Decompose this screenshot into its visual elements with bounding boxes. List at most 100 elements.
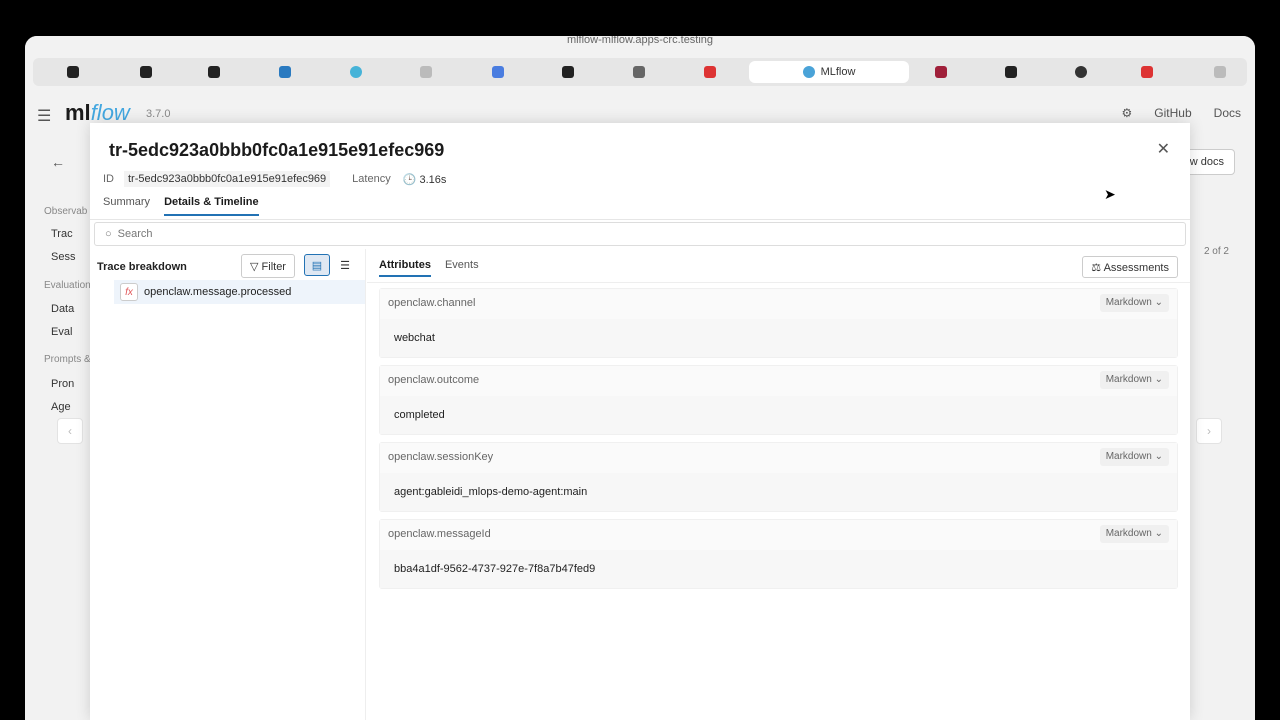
next-trace-button[interactable]: › [1196, 418, 1222, 444]
latency-value: 🕒 3.16s [403, 173, 447, 186]
tab-favicon-icon [350, 66, 362, 78]
browser-tab[interactable] [346, 62, 366, 82]
url-bar[interactable]: mlflow-mlflow.apps-crc.testing [25, 36, 1255, 46]
latency-text: 3.16s [419, 173, 447, 186]
browser-tab[interactable] [558, 62, 578, 82]
sidebar-item-evaluation[interactable]: Eval [51, 326, 72, 338]
browser-tab[interactable] [700, 62, 720, 82]
tab-favicon-icon [420, 66, 432, 78]
version-label: 3.7.0 [146, 108, 171, 120]
tab-favicon-icon [492, 66, 504, 78]
sidebar-item-prompts[interactable]: Pron [51, 378, 74, 390]
sidebar-item-agents[interactable]: Age [51, 401, 71, 413]
attribute-value: completed [380, 396, 1177, 434]
format-dropdown[interactable]: Markdown ⌄ [1099, 371, 1169, 389]
tab-favicon-icon [1005, 66, 1017, 78]
assessments-label: Assessments [1103, 262, 1169, 274]
browser-tab[interactable] [63, 62, 83, 82]
attribute-tabs: Attributes Events [379, 259, 493, 277]
sidebar-item-sessions[interactable]: Sess [51, 251, 75, 263]
chevron-down-icon: ⌄ [1154, 374, 1163, 385]
attribute-key: openclaw.outcome [388, 374, 480, 386]
browser-tab[interactable] [488, 62, 508, 82]
attribute-tabs-divider [367, 282, 1190, 283]
browser-tab[interactable] [629, 62, 649, 82]
tab-favicon-icon [1141, 66, 1153, 78]
attribute-value: webchat [380, 319, 1177, 357]
gavel-icon: ⚖ [1091, 262, 1102, 274]
function-icon: fx [120, 283, 138, 301]
search-icon: ○ [105, 228, 112, 240]
docs-link[interactable]: Docs [1214, 106, 1241, 120]
browser-tab[interactable] [416, 62, 436, 82]
attributes-pane: Attributes Events ⚖ Assessments openclaw… [367, 249, 1190, 720]
format-dropdown[interactable]: Markdown ⌄ [1099, 448, 1169, 466]
timeline-view-icon[interactable]: ☰ [332, 254, 358, 276]
attribute-card: openclaw.sessionKey Markdown ⌄ agent:gabl… [379, 442, 1178, 512]
filter-button[interactable]: ▽ Filter [241, 254, 295, 278]
chevron-down-icon: ⌄ [1154, 451, 1163, 462]
format-dropdown[interactable]: Markdown ⌄ [1099, 525, 1169, 543]
logo-italic: flow [90, 100, 130, 125]
tab-details-timeline[interactable]: Details & Timeline [164, 196, 259, 216]
browser-tab[interactable] [931, 62, 951, 82]
id-label: ID [103, 173, 114, 185]
filter-icon: ▽ [250, 261, 259, 273]
tabs-divider [90, 219, 1190, 220]
close-icon[interactable]: ✕ [1157, 139, 1170, 159]
trace-modal: ✕ tr-5edc923a0bbb0fc0a1e915e91efec969 ID… [90, 123, 1190, 720]
span-row[interactable]: fx openclaw.message.processed [114, 280, 365, 304]
browser-tab[interactable] [136, 62, 156, 82]
tab-bar: MLflow [33, 58, 1247, 86]
browser-window: mlflow-mlflow.apps-crc.testing MLflow ☰ … [25, 36, 1255, 720]
tab-favicon-icon [935, 66, 947, 78]
mouse-cursor-icon: ➤ [1104, 186, 1116, 202]
format-label: Markdown [1105, 374, 1152, 385]
tab-events[interactable]: Events [445, 259, 479, 277]
assessments-button[interactable]: ⚖ Assessments [1082, 256, 1178, 278]
trace-id-value[interactable]: tr-5edc923a0bbb0fc0a1e915e91efec969 [124, 171, 331, 187]
search-input[interactable]: ○ Search [94, 222, 1186, 246]
chevron-down-icon: ⌄ [1154, 528, 1163, 539]
settings-icon[interactable]: ⚙ [1122, 106, 1133, 120]
browser-tab[interactable] [275, 62, 295, 82]
search-placeholder: Search [117, 228, 153, 240]
sidebar-section-observability: Observab [44, 206, 88, 217]
span-name: openclaw.message.processed [144, 286, 292, 298]
browser-tab[interactable] [1137, 62, 1157, 82]
tab-attributes[interactable]: Attributes [379, 259, 431, 277]
format-label: Markdown [1105, 297, 1152, 308]
github-icon [1075, 66, 1087, 78]
sidebar-item-datasets[interactable]: Data [51, 303, 74, 315]
attribute-key: openclaw.messageId [388, 528, 491, 540]
tab-favicon-icon [562, 66, 574, 78]
browser-tab[interactable] [204, 62, 224, 82]
browser-tab[interactable] [1210, 62, 1230, 82]
tab-title: MLflow [820, 66, 856, 78]
menu-icon[interactable]: ☰ [37, 106, 51, 126]
format-label: Markdown [1105, 528, 1152, 539]
tree-view-icon[interactable]: ▤ [304, 254, 330, 276]
sidebar-section-prompts: Prompts & [44, 354, 91, 365]
trace-title: tr-5edc923a0bbb0fc0a1e915e91efec969 [109, 140, 445, 160]
tab-favicon-icon [140, 66, 152, 78]
tab-summary[interactable]: Summary [103, 196, 150, 216]
browser-tab-active[interactable]: MLflow [749, 61, 909, 83]
attribute-key: openclaw.channel [388, 297, 476, 309]
prev-trace-button[interactable]: ‹ [57, 418, 83, 444]
tab-favicon-icon [279, 66, 291, 78]
attribute-value: bba4a1df-9562-4737-927e-7f8a7b47fed9 [380, 550, 1177, 588]
format-dropdown[interactable]: Markdown ⌄ [1099, 294, 1169, 312]
attribute-value: agent:gableidi_mlops-demo-agent:main [380, 473, 1177, 511]
browser-toolbar: mlflow-mlflow.apps-crc.testing [25, 36, 1255, 56]
browser-tab[interactable] [1001, 62, 1021, 82]
browser-tab[interactable] [1071, 62, 1091, 82]
tab-favicon-icon [704, 66, 716, 78]
trace-breakdown-pane: Trace breakdown ▽ Filter ▤ ☰ fx openclaw… [90, 249, 366, 720]
github-link[interactable]: GitHub [1154, 106, 1191, 120]
sidebar-item-traces[interactable]: Trac [51, 228, 73, 240]
header-links: ⚙ GitHub Docs [1122, 106, 1241, 120]
format-label: Markdown [1105, 451, 1152, 462]
pagination-count: 2 of 2 [1203, 246, 1229, 257]
attribute-key: openclaw.sessionKey [388, 451, 494, 463]
